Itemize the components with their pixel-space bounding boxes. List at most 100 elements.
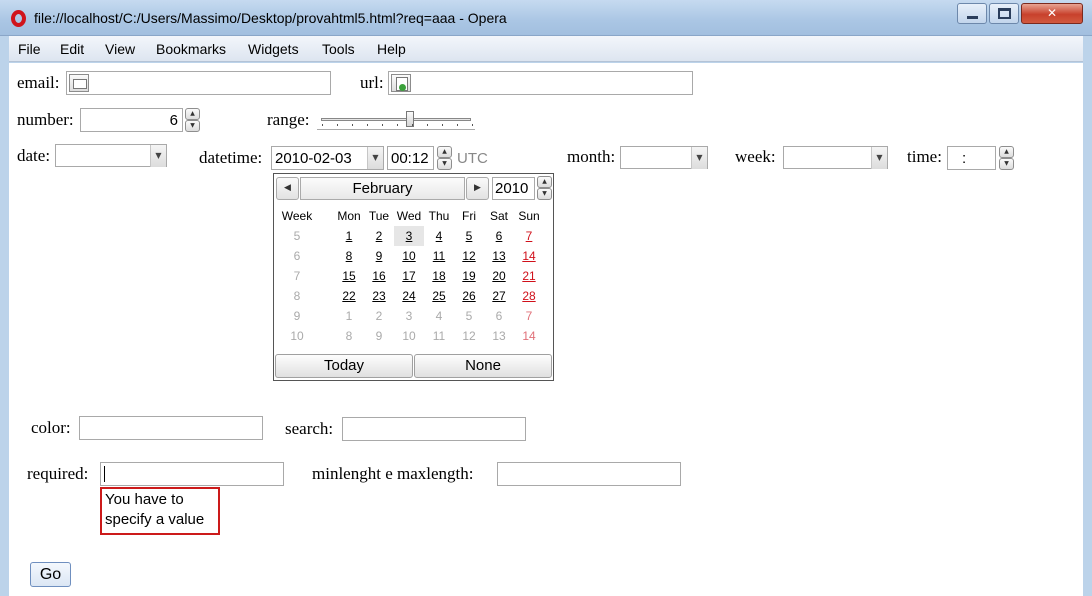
calendar-day[interactable]: 2: [364, 306, 394, 326]
required-input[interactable]: [100, 462, 284, 486]
menu-widgets[interactable]: Widgets: [248, 41, 299, 57]
calendar-day[interactable]: 10: [394, 326, 424, 346]
calendar-day[interactable]: 2: [364, 226, 394, 246]
search-input[interactable]: [342, 417, 526, 441]
range-tick: [442, 124, 443, 126]
datetime-time-input[interactable]: 00:12: [387, 146, 434, 170]
calendar-day[interactable]: 11: [424, 246, 454, 266]
stepper-up-icon[interactable]: ▲: [185, 108, 200, 120]
chevron-down-icon[interactable]: ▼: [150, 145, 166, 167]
window-left-border: [0, 36, 9, 596]
stepper-down-icon[interactable]: ▼: [437, 158, 452, 170]
calendar-day[interactable]: 1: [334, 306, 364, 326]
calendar-day[interactable]: 10: [394, 246, 424, 266]
calendar-day[interactable]: 21: [514, 266, 544, 286]
calendar-header-thu: Thu: [428, 209, 450, 223]
calendar-day[interactable]: 11: [424, 326, 454, 346]
date-select[interactable]: ▼: [55, 144, 167, 167]
minmax-label: minlenght e maxlength:: [312, 464, 474, 483]
calendar-day[interactable]: 19: [454, 266, 484, 286]
stepper-down-icon[interactable]: ▼: [537, 188, 552, 200]
calendar-week-number: 5: [293, 229, 301, 243]
number-input[interactable]: 6: [80, 108, 183, 132]
calendar-day[interactable]: 14: [514, 246, 544, 266]
maximize-button[interactable]: [989, 3, 1019, 24]
menu-edit[interactable]: Edit: [60, 41, 84, 57]
menu-bookmarks[interactable]: Bookmarks: [156, 41, 226, 57]
calendar-day[interactable]: 24: [394, 286, 424, 306]
calendar-day[interactable]: 26: [454, 286, 484, 306]
calendar-day[interactable]: 9: [364, 326, 394, 346]
calendar-day[interactable]: 17: [394, 266, 424, 286]
none-button[interactable]: None: [414, 354, 552, 378]
calendar-day[interactable]: 23: [364, 286, 394, 306]
url-input[interactable]: [388, 71, 693, 95]
calendar-day[interactable]: 6: [484, 306, 514, 326]
year-input[interactable]: 2010: [492, 177, 535, 200]
calendar-day[interactable]: 12: [454, 326, 484, 346]
menu-file[interactable]: File: [18, 41, 41, 57]
month-select[interactable]: February: [300, 177, 465, 200]
datetime-date-select[interactable]: 2010-02-03 ▼: [271, 146, 384, 170]
number-stepper[interactable]: ▲ ▼: [185, 108, 200, 132]
month-select[interactable]: ▼: [620, 146, 708, 169]
calendar-day[interactable]: 7: [514, 226, 544, 246]
calendar-day[interactable]: 5: [454, 226, 484, 246]
chevron-down-icon[interactable]: ▼: [367, 147, 383, 169]
calendar-week-number: 9: [293, 309, 301, 323]
calendar-day[interactable]: 28: [514, 286, 544, 306]
calendar-day[interactable]: 3: [394, 226, 424, 246]
chevron-down-icon[interactable]: ▼: [871, 147, 887, 169]
menu-view[interactable]: View: [105, 41, 135, 57]
today-button[interactable]: Today: [275, 354, 413, 378]
calendar-day[interactable]: 14: [514, 326, 544, 346]
opera-logo-icon: [11, 10, 26, 27]
calendar-day[interactable]: 8: [334, 246, 364, 266]
minimize-icon: [967, 16, 978, 19]
week-select[interactable]: ▼: [783, 146, 888, 169]
stepper-down-icon[interactable]: ▼: [185, 120, 200, 132]
minimize-button[interactable]: [957, 3, 987, 24]
range-tick: [382, 124, 383, 126]
chevron-down-icon[interactable]: ▼: [691, 147, 707, 169]
prev-month-button[interactable]: ◀: [276, 177, 299, 200]
calendar-day[interactable]: 4: [424, 306, 454, 326]
go-button[interactable]: Go: [30, 562, 71, 587]
calendar-day[interactable]: 18: [424, 266, 454, 286]
calendar-day[interactable]: 27: [484, 286, 514, 306]
calendar-popup: ◀ February ▶ 2010 ▲ ▼ Week Mon Tue Wed Thu Fri…: [273, 173, 554, 381]
time-stepper[interactable]: ▲ ▼: [999, 146, 1014, 170]
next-month-button[interactable]: ▶: [466, 177, 489, 200]
calendar-day[interactable]: 20: [484, 266, 514, 286]
calendar-day[interactable]: 4: [424, 226, 454, 246]
stepper-down-icon[interactable]: ▼: [999, 158, 1014, 170]
close-button[interactable]: ✕: [1021, 3, 1083, 24]
calendar-day[interactable]: 22: [334, 286, 364, 306]
calendar-day[interactable]: 9: [364, 246, 394, 266]
menu-tools[interactable]: Tools: [322, 41, 355, 57]
color-input[interactable]: [79, 416, 263, 440]
menu-help[interactable]: Help: [377, 41, 406, 57]
time-stepper[interactable]: ▲ ▼: [437, 146, 452, 170]
validation-error-tooltip: You have to specify a value: [100, 487, 220, 535]
calendar-day[interactable]: 13: [484, 326, 514, 346]
calendar-day[interactable]: 3: [394, 306, 424, 326]
stepper-up-icon[interactable]: ▲: [437, 146, 452, 158]
calendar-day[interactable]: 25: [424, 286, 454, 306]
calendar-day[interactable]: 8: [334, 326, 364, 346]
calendar-day[interactable]: 16: [364, 266, 394, 286]
stepper-up-icon[interactable]: ▲: [537, 176, 552, 188]
minmax-input[interactable]: [497, 462, 681, 486]
email-input[interactable]: [66, 71, 331, 95]
calendar-day[interactable]: 5: [454, 306, 484, 326]
calendar-day[interactable]: 12: [454, 246, 484, 266]
calendar-day[interactable]: 1: [334, 226, 364, 246]
calendar-day[interactable]: 7: [514, 306, 544, 326]
calendar-day[interactable]: 15: [334, 266, 364, 286]
calendar-day[interactable]: 6: [484, 226, 514, 246]
stepper-up-icon[interactable]: ▲: [999, 146, 1014, 158]
year-stepper[interactable]: ▲ ▼: [537, 176, 552, 200]
time-input[interactable]: :: [947, 146, 996, 170]
calendar-day[interactable]: 13: [484, 246, 514, 266]
range-slider[interactable]: [317, 110, 475, 130]
